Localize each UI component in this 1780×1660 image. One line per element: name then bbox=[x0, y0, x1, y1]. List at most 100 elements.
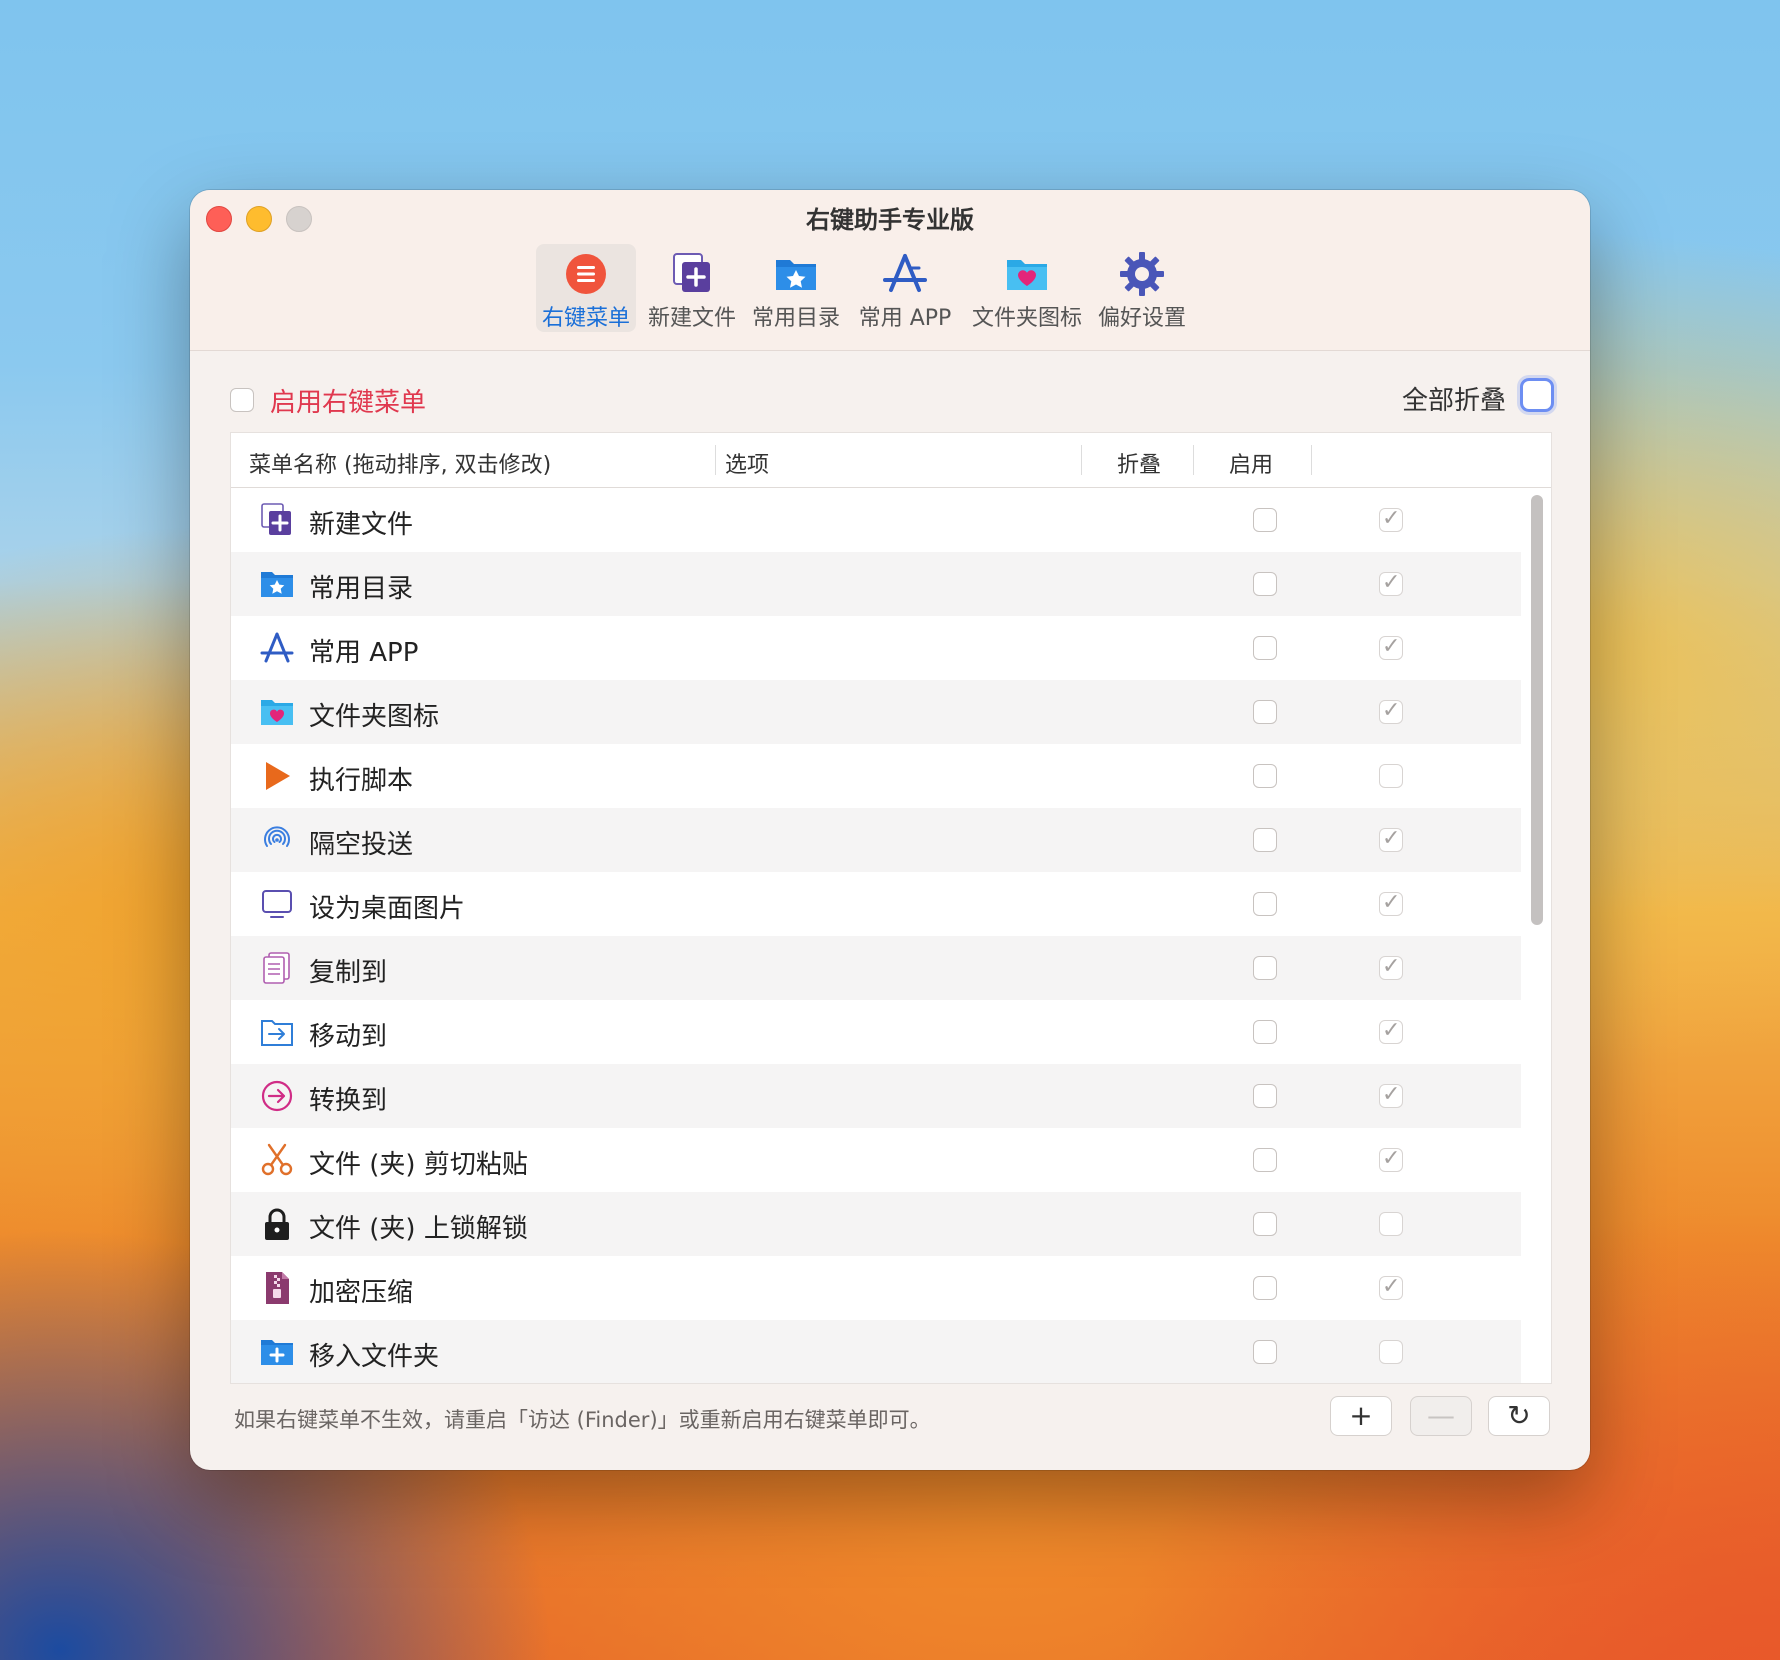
table-row[interactable]: 新建文件 bbox=[231, 488, 1521, 552]
row-label: 移入文件夹 bbox=[309, 1342, 440, 1372]
enable-checkbox[interactable] bbox=[1379, 1212, 1403, 1236]
enable-checkbox[interactable] bbox=[1379, 1340, 1403, 1364]
table-row[interactable]: 转换到 bbox=[231, 1064, 1521, 1128]
table-row[interactable]: 常用 APP bbox=[231, 616, 1521, 680]
convert-arrow-icon bbox=[261, 1080, 293, 1112]
column-divider bbox=[1193, 445, 1194, 475]
fold-checkbox[interactable] bbox=[1253, 508, 1277, 532]
fold-checkbox[interactable] bbox=[1253, 956, 1277, 980]
table-row[interactable]: 复制到 bbox=[231, 936, 1521, 1000]
table-body: 新建文件 常用目录 常用 APP bbox=[231, 488, 1521, 1383]
footer-hint: 如果右键菜单不生效，请重启「访达 (Finder)」或重新启用右键菜单即可。 bbox=[234, 1408, 931, 1432]
fold-checkbox[interactable] bbox=[1253, 572, 1277, 596]
tab-label: 常用目录 bbox=[751, 306, 840, 331]
enable-checkbox[interactable] bbox=[1379, 506, 1403, 532]
column-header-name[interactable]: 菜单名称 (拖动排序, 双击修改) bbox=[249, 447, 551, 479]
table-row[interactable]: 隔空投送 bbox=[231, 808, 1521, 872]
folder-heart-icon bbox=[261, 700, 293, 725]
table-row[interactable]: 设为桌面图片 bbox=[231, 872, 1521, 936]
play-icon bbox=[266, 762, 290, 790]
table-row[interactable]: 文件 (夹) 上锁解锁 bbox=[231, 1192, 1521, 1256]
titlebar: 右键助手专业版 右键菜单 新建文件 常用目录 常用 APP 文件夹图标 偏好设置 bbox=[190, 190, 1590, 351]
row-label: 转换到 bbox=[309, 1086, 388, 1116]
enable-checkbox[interactable] bbox=[1379, 890, 1403, 916]
refresh-button[interactable]: ↻ bbox=[1488, 1396, 1550, 1436]
row-label: 文件夹图标 bbox=[309, 702, 440, 732]
column-divider bbox=[1311, 445, 1312, 475]
table-row[interactable]: 文件夹图标 bbox=[231, 680, 1521, 744]
add-folder-icon bbox=[261, 1340, 293, 1365]
monitor-icon bbox=[262, 890, 292, 918]
enable-checkbox[interactable] bbox=[1379, 826, 1403, 852]
tab-folder-icon[interactable]: 文件夹图标 bbox=[964, 244, 1090, 332]
menu-table: 菜单名称 (拖动排序, 双击修改) 选项 折叠 启用 新建文件 ✓ 常用目录 ✓… bbox=[230, 432, 1552, 1384]
column-header-fold[interactable]: 折叠 bbox=[1117, 447, 1161, 479]
vertical-scrollbar[interactable] bbox=[1531, 495, 1543, 925]
row-label: 执行脚本 bbox=[309, 766, 414, 796]
tab-app[interactable]: 常用 APP bbox=[850, 244, 960, 332]
collapse-all-checkbox[interactable] bbox=[1520, 378, 1554, 412]
tab-favorite-folder[interactable]: 常用目录 bbox=[746, 244, 846, 332]
table-row[interactable]: 执行脚本 bbox=[231, 744, 1521, 808]
collapse-all-row: 全部折叠 bbox=[1314, 376, 1554, 416]
fold-checkbox[interactable] bbox=[1253, 1148, 1277, 1172]
app-store-icon bbox=[883, 254, 927, 292]
enable-checkbox[interactable] bbox=[1379, 1018, 1403, 1044]
row-label: 常用 APP bbox=[309, 638, 419, 668]
enable-checkbox[interactable] bbox=[1379, 698, 1403, 724]
app-store-icon bbox=[260, 632, 294, 663]
table-row[interactable]: 移入文件夹 bbox=[231, 1320, 1521, 1383]
fold-checkbox[interactable] bbox=[1253, 1276, 1277, 1300]
fold-checkbox[interactable] bbox=[1253, 828, 1277, 852]
add-button[interactable]: + bbox=[1330, 1396, 1392, 1436]
row-label: 文件 (夹) 剪切粘贴 bbox=[309, 1150, 528, 1180]
enable-context-menu-checkbox[interactable] bbox=[230, 388, 254, 412]
table-row[interactable]: 常用目录 bbox=[231, 552, 1521, 616]
row-label: 新建文件 bbox=[309, 510, 414, 540]
tab-label: 右键菜单 bbox=[541, 306, 630, 331]
enable-checkbox[interactable] bbox=[1379, 954, 1403, 980]
fold-checkbox[interactable] bbox=[1253, 1084, 1277, 1108]
enable-checkbox[interactable] bbox=[1379, 570, 1403, 596]
enable-checkbox[interactable] bbox=[1379, 1274, 1403, 1300]
tab-preferences[interactable]: 偏好设置 bbox=[1092, 244, 1192, 332]
tab-context-menu[interactable]: 右键菜单 bbox=[536, 244, 636, 332]
enable-checkbox[interactable] bbox=[1379, 764, 1403, 788]
column-header-enable[interactable]: 启用 bbox=[1229, 447, 1273, 479]
enable-context-menu-label: 启用右键菜单 bbox=[270, 388, 427, 418]
copy-document-icon bbox=[263, 952, 290, 984]
row-label: 隔空投送 bbox=[309, 830, 414, 860]
scissors-icon bbox=[261, 1143, 293, 1176]
move-folder-icon bbox=[261, 1020, 293, 1046]
fold-checkbox[interactable] bbox=[1253, 636, 1277, 660]
fold-checkbox[interactable] bbox=[1253, 892, 1277, 916]
airdrop-icon bbox=[264, 826, 290, 847]
fold-checkbox[interactable] bbox=[1253, 700, 1277, 724]
tab-label: 新建文件 bbox=[647, 306, 736, 331]
context-menu-icon bbox=[566, 254, 606, 294]
fold-checkbox[interactable] bbox=[1253, 764, 1277, 788]
fold-checkbox[interactable] bbox=[1253, 1340, 1277, 1364]
row-label: 文件 (夹) 上锁解锁 bbox=[309, 1214, 528, 1244]
enable-checkbox[interactable] bbox=[1379, 1082, 1403, 1108]
table-row[interactable]: 移动到 bbox=[231, 1000, 1521, 1064]
new-file-icon bbox=[673, 253, 710, 292]
enable-checkbox[interactable] bbox=[1379, 634, 1403, 660]
row-label: 移动到 bbox=[309, 1022, 388, 1052]
table-row[interactable]: 文件 (夹) 剪切粘贴 bbox=[231, 1128, 1521, 1192]
favorite-folder-icon bbox=[261, 572, 293, 597]
zip-icon bbox=[266, 1272, 289, 1304]
remove-button[interactable]: — bbox=[1410, 1396, 1472, 1436]
column-header-options[interactable]: 选项 bbox=[725, 447, 769, 479]
table-row[interactable]: 加密压缩 bbox=[231, 1256, 1521, 1320]
tab-new-file[interactable]: 新建文件 bbox=[642, 244, 742, 332]
tab-label: 常用 APP bbox=[858, 306, 952, 331]
new-file-icon bbox=[261, 503, 291, 535]
fold-checkbox[interactable] bbox=[1253, 1020, 1277, 1044]
enable-checkbox[interactable] bbox=[1379, 1146, 1403, 1172]
window-title: 右键助手专业版 bbox=[806, 206, 974, 234]
row-label: 加密压缩 bbox=[309, 1278, 414, 1308]
row-label: 常用目录 bbox=[309, 574, 414, 604]
fold-checkbox[interactable] bbox=[1253, 1212, 1277, 1236]
table-header: 菜单名称 (拖动排序, 双击修改) 选项 折叠 启用 bbox=[231, 433, 1551, 488]
